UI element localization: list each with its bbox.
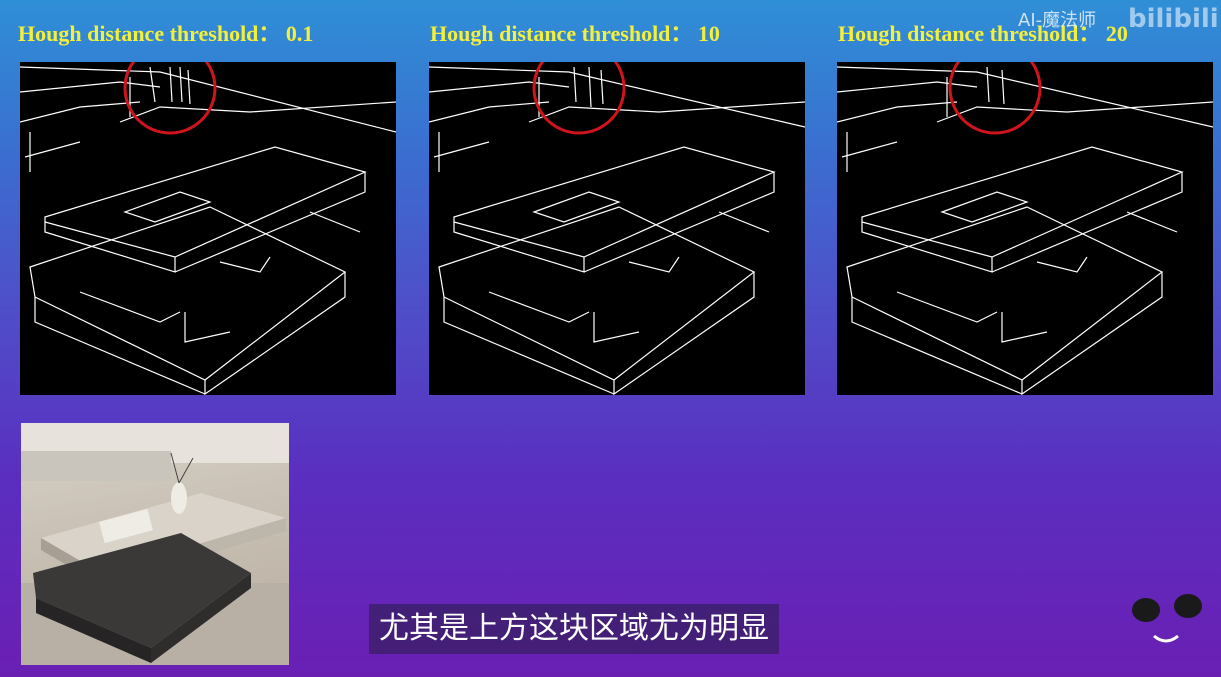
- channel-watermark: AI-魔法师: [1018, 10, 1097, 31]
- highlight-circle: [532, 62, 626, 135]
- hough-result-panel-2: [429, 62, 805, 395]
- panda-mascot-icon: [1132, 594, 1202, 643]
- edge-lines-image: [20, 62, 396, 395]
- hough-result-panel-1: [20, 62, 396, 395]
- bilibili-logo: bilibili: [1128, 4, 1219, 34]
- highlight-circle: [948, 62, 1042, 135]
- hough-result-panel-3: [837, 62, 1213, 395]
- edge-lines-image: [837, 62, 1213, 395]
- edge-lines-image: [429, 62, 805, 395]
- panel-title-2: Hough distance threshold： 10: [430, 21, 720, 46]
- video-subtitle: 尤其是上方这块区域尤为明显: [369, 604, 779, 654]
- original-coffee-table-photo: [21, 423, 289, 665]
- panel-title-1: Hough distance threshold： 0.1: [18, 21, 314, 46]
